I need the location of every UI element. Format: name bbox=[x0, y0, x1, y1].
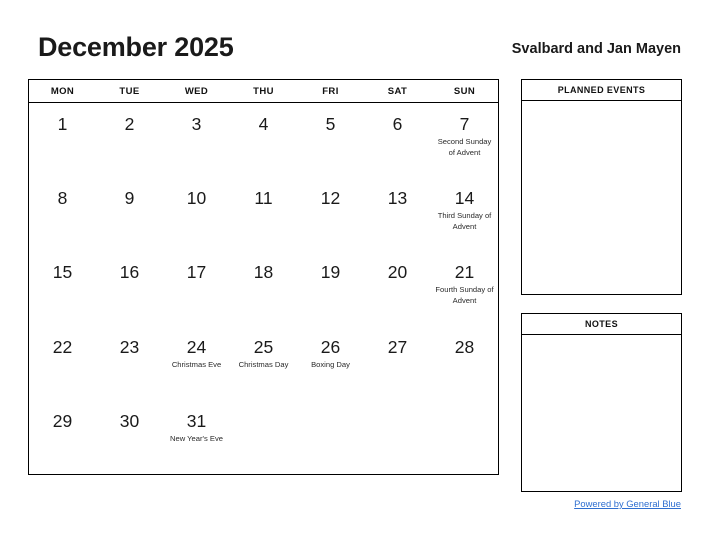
day-cell[interactable]: 2 bbox=[96, 103, 163, 177]
day-cell-empty bbox=[230, 400, 297, 474]
day-cell[interactable]: 13 bbox=[364, 177, 431, 251]
day-number: 20 bbox=[387, 262, 408, 283]
day-cell[interactable]: 29 bbox=[29, 400, 96, 474]
day-cell-empty bbox=[364, 400, 431, 474]
day-cell[interactable]: 15 bbox=[29, 251, 96, 325]
day-cell[interactable]: 18 bbox=[230, 251, 297, 325]
day-cell[interactable]: 9 bbox=[96, 177, 163, 251]
day-number: 26 bbox=[320, 336, 341, 357]
day-event: Third Sunday of Advent bbox=[437, 211, 492, 231]
day-cell[interactable]: 28 bbox=[431, 326, 498, 400]
calendar-week-row: 15 16 17 18 19 20 21 Fourth Sunday of Ad… bbox=[29, 251, 498, 325]
day-cell[interactable]: 14 Third Sunday of Advent bbox=[431, 177, 498, 251]
weekday-header-thu: THU bbox=[253, 85, 274, 97]
day-cell[interactable]: 30 bbox=[96, 400, 163, 474]
weekday-header-row: MON TUE WED THU FRI SAT SUN bbox=[29, 80, 498, 103]
day-cell[interactable]: 23 bbox=[96, 326, 163, 400]
day-number: 12 bbox=[320, 188, 341, 209]
day-cell[interactable]: 24 Christmas Eve bbox=[163, 326, 230, 400]
day-number: 6 bbox=[392, 114, 403, 134]
day-number: 4 bbox=[258, 114, 269, 134]
day-number: 16 bbox=[119, 262, 140, 283]
weekday-header-sun: SUN bbox=[453, 85, 476, 97]
day-number: 9 bbox=[124, 188, 135, 209]
weekday-header-mon: MON bbox=[50, 85, 75, 97]
day-number: 24 bbox=[186, 336, 207, 357]
day-cell[interactable]: 8 bbox=[29, 177, 96, 251]
planned-events-title: PLANNED EVENTS bbox=[522, 80, 681, 101]
day-number: 27 bbox=[387, 336, 408, 357]
day-cell[interactable]: 1 bbox=[29, 103, 96, 177]
day-number: 10 bbox=[186, 188, 207, 209]
calendar-grid: MON TUE WED THU FRI SAT SUN 1 2 3 4 5 6 … bbox=[28, 79, 499, 475]
day-number: 7 bbox=[459, 114, 470, 134]
day-cell[interactable]: 6 bbox=[364, 103, 431, 177]
day-number: 25 bbox=[253, 336, 274, 357]
calendar-weeks: 1 2 3 4 5 6 7 Second Sunday of Advent 8 … bbox=[29, 103, 498, 474]
day-number: 17 bbox=[186, 262, 207, 283]
day-cell[interactable]: 25 Christmas Day bbox=[230, 326, 297, 400]
day-cell[interactable]: 22 bbox=[29, 326, 96, 400]
day-number: 8 bbox=[57, 188, 68, 209]
weekday-header-fri: FRI bbox=[322, 85, 339, 97]
day-event: Christmas Eve bbox=[171, 359, 222, 369]
page-header: December 2025 Svalbard and Jan Mayen bbox=[0, 30, 712, 66]
day-cell[interactable]: 19 bbox=[297, 251, 364, 325]
day-cell[interactable]: 26 Boxing Day bbox=[297, 326, 364, 400]
day-cell[interactable]: 10 bbox=[163, 177, 230, 251]
day-number: 21 bbox=[454, 262, 475, 283]
day-event: New Year's Eve bbox=[170, 433, 223, 443]
notes-title: NOTES bbox=[522, 314, 681, 335]
day-number: 13 bbox=[387, 188, 408, 209]
weekday-header-wed: WED bbox=[184, 85, 209, 97]
day-cell[interactable]: 21 Fourth Sunday of Advent bbox=[431, 251, 498, 325]
calendar-week-row: 1 2 3 4 5 6 7 Second Sunday of Advent bbox=[29, 103, 498, 177]
day-cell[interactable]: 16 bbox=[96, 251, 163, 325]
day-number: 18 bbox=[253, 262, 274, 283]
day-number: 1 bbox=[57, 114, 68, 134]
weekday-header-tue: TUE bbox=[119, 85, 140, 97]
day-cell[interactable]: 17 bbox=[163, 251, 230, 325]
day-cell-empty bbox=[297, 400, 364, 474]
day-event: Second Sunday of Advent bbox=[437, 137, 492, 157]
day-event: Christmas Day bbox=[238, 359, 289, 369]
day-number: 3 bbox=[191, 114, 202, 134]
day-cell[interactable]: 31 New Year's Eve bbox=[163, 400, 230, 474]
day-cell-empty bbox=[431, 400, 498, 474]
planned-events-body[interactable] bbox=[522, 101, 681, 294]
day-event: Boxing Day bbox=[311, 359, 350, 369]
notes-body[interactable] bbox=[522, 335, 681, 491]
day-number: 29 bbox=[52, 410, 73, 431]
notes-panel: NOTES bbox=[521, 313, 682, 492]
day-number: 15 bbox=[52, 262, 73, 283]
calendar-week-row: 22 23 24 Christmas Eve 25 Christmas Day … bbox=[29, 326, 498, 400]
day-cell[interactable]: 12 bbox=[297, 177, 364, 251]
day-number: 14 bbox=[454, 188, 475, 209]
day-number: 23 bbox=[119, 336, 140, 357]
day-number: 2 bbox=[124, 114, 135, 134]
day-event: Fourth Sunday of Advent bbox=[435, 285, 494, 305]
page-title: December 2025 bbox=[38, 32, 234, 62]
day-cell[interactable]: 20 bbox=[364, 251, 431, 325]
day-cell[interactable]: 3 bbox=[163, 103, 230, 177]
day-number: 5 bbox=[325, 114, 336, 134]
day-cell[interactable]: 5 bbox=[297, 103, 364, 177]
calendar-week-row: 29 30 31 New Year's Eve bbox=[29, 400, 498, 474]
day-cell[interactable]: 7 Second Sunday of Advent bbox=[431, 103, 498, 177]
day-number: 22 bbox=[52, 336, 73, 357]
day-number: 30 bbox=[119, 410, 140, 431]
day-cell[interactable]: 11 bbox=[230, 177, 297, 251]
country-label: Svalbard and Jan Mayen bbox=[511, 41, 681, 57]
day-cell[interactable]: 27 bbox=[364, 326, 431, 400]
calendar-week-row: 8 9 10 11 12 13 14 Third Sunday of Adven… bbox=[29, 177, 498, 251]
weekday-header-sat: SAT bbox=[387, 85, 408, 97]
planned-events-panel: PLANNED EVENTS bbox=[521, 79, 682, 295]
day-cell[interactable]: 4 bbox=[230, 103, 297, 177]
day-number: 19 bbox=[320, 262, 341, 283]
day-number: 11 bbox=[254, 188, 273, 209]
day-number: 28 bbox=[454, 336, 475, 357]
powered-by-link[interactable]: Powered by General Blue bbox=[574, 498, 681, 509]
day-number: 31 bbox=[186, 410, 207, 431]
